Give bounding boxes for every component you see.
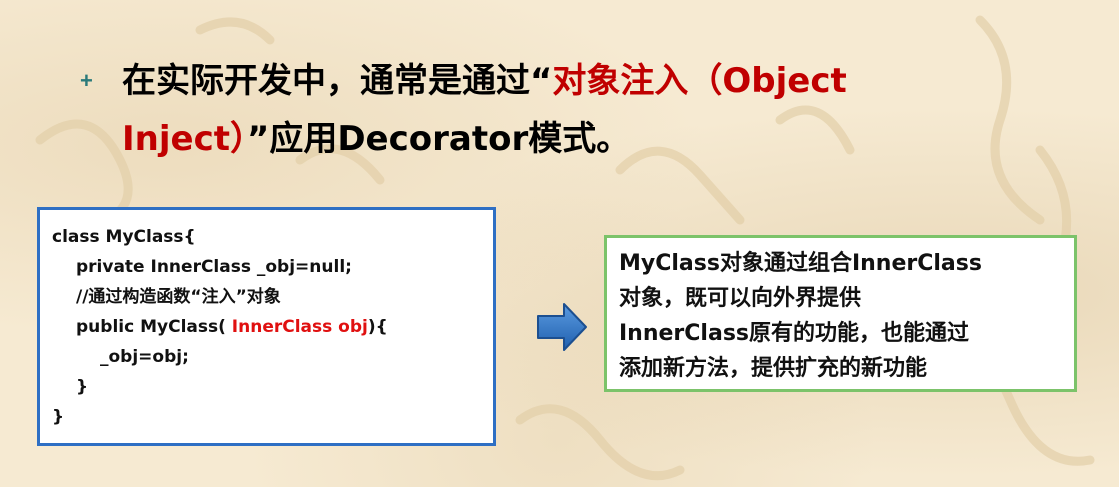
headline-highlight: 对象注入（Object (552, 61, 847, 101)
explanation-line: InnerClass原有的功能，也能通过 (619, 321, 970, 346)
bullet-icon: + (80, 68, 93, 93)
code-fragment: ){ (367, 317, 388, 337)
explanation-line: MyClass对象通过组合InnerClass (619, 251, 982, 276)
explanation-line: 添加新方法，提供扩充的新功能 (619, 356, 928, 381)
code-line: class MyClass{ (52, 227, 196, 247)
code-line: _obj=obj; (100, 347, 189, 367)
code-line: } (52, 407, 65, 427)
code-line: } (76, 377, 89, 397)
explanation-box: MyClass对象通过组合InnerClass 对象，既可以向外界提供 Inne… (604, 235, 1077, 392)
headline-highlight-cont: Inject） (122, 119, 247, 159)
headline-text-end: ”应用Decorator模式。 (246, 119, 631, 159)
code-fragment: public MyClass( (76, 317, 232, 337)
headline-text: 在实际开发中，通常是通过“ (122, 61, 553, 101)
explanation-line: 对象，既可以向外界提供 (619, 286, 862, 311)
code-comment-line: //通过构造函数“注入”对象 (76, 287, 281, 307)
page-headline: 在实际开发中，通常是通过“对象注入（Object Inject）”应用Decor… (122, 52, 1022, 168)
code-line: public MyClass( InnerClass obj){ (52, 312, 493, 342)
code-highlight: InnerClass obj (231, 317, 368, 337)
code-sample-box: class MyClass{ private InnerClass _obj=n… (37, 207, 496, 446)
right-arrow-icon (537, 303, 587, 351)
code-line: private InnerClass _obj=null; (76, 257, 352, 277)
